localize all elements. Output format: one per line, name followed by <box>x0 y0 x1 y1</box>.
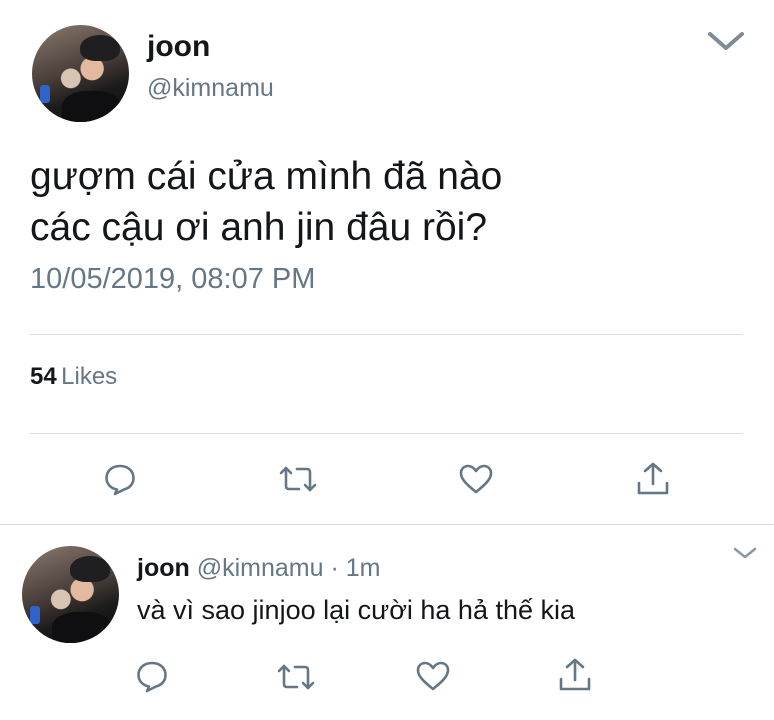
retweet-icon[interactable] <box>278 464 318 494</box>
display-name[interactable]: joon <box>147 30 210 64</box>
tweet-timestamp[interactable]: 10/05/2019, 08:07 PM <box>30 263 315 296</box>
tweet-time[interactable]: 1m <box>346 554 381 582</box>
display-name[interactable]: joon <box>137 554 190 582</box>
tweet-text-line-1: gượm cái cửa mình đã nào <box>30 155 503 198</box>
likes-count: 54 <box>30 363 57 390</box>
likes-label: Likes <box>61 363 118 390</box>
reply-header: joon @kimnamu · 1m <box>137 554 380 583</box>
retweet-icon[interactable] <box>276 662 316 692</box>
tweet-text-line-2: các cậu ơi anh jin đâu rồi? <box>30 206 488 249</box>
reply-icon[interactable] <box>135 659 169 693</box>
divider <box>30 433 743 434</box>
divider <box>30 334 743 335</box>
user-handle[interactable]: @kimnamu <box>197 554 324 582</box>
reply-text: và vì sao jinjoo lại cười ha hả thế kia <box>137 595 576 625</box>
share-icon[interactable] <box>635 461 671 497</box>
avatar[interactable] <box>22 546 119 643</box>
chevron-down-icon[interactable] <box>706 30 746 52</box>
separator-dot: · <box>330 554 339 582</box>
avatar[interactable] <box>32 25 129 122</box>
share-icon[interactable] <box>557 657 593 693</box>
user-handle[interactable]: @kimnamu <box>147 74 274 103</box>
chevron-down-icon[interactable] <box>732 546 758 560</box>
likes-count-link[interactable]: 54 Likes <box>30 363 117 391</box>
section-divider <box>0 524 774 525</box>
heart-icon[interactable] <box>458 463 494 495</box>
reply-icon[interactable] <box>103 462 137 496</box>
heart-icon[interactable] <box>415 660 451 692</box>
